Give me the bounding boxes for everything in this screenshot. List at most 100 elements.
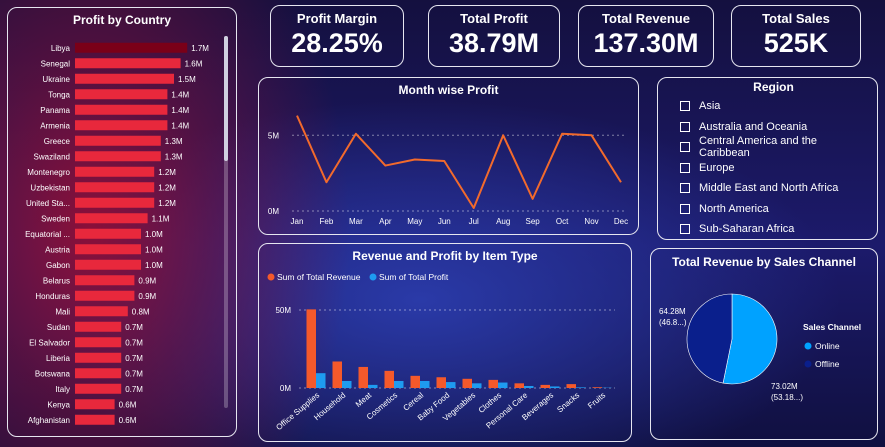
country-bar <box>75 197 155 208</box>
region-option[interactable]: Central America and the Caribbean <box>680 135 867 159</box>
pie-legend-marker-offline <box>804 360 812 368</box>
legend-profit-marker <box>369 273 377 281</box>
profit-bar <box>576 387 586 388</box>
checkbox-icon[interactable] <box>680 203 690 214</box>
country-label: Botswana <box>35 369 71 378</box>
kpi-total-profit: Total Profit 38.79M <box>428 5 560 67</box>
country-label: Sweden <box>41 214 70 223</box>
country-value-label: 0.9M <box>138 276 156 285</box>
country-label: Armenia <box>40 121 70 130</box>
country-bar <box>75 352 122 363</box>
month-x-tick: May <box>407 217 422 226</box>
kpi-value: 38.79M <box>448 28 540 58</box>
country-value-label: 1.3M <box>165 152 183 161</box>
revenue-bar <box>540 384 550 388</box>
revenue-bar <box>306 309 316 388</box>
item-x-tick: Office Supplies <box>274 391 321 432</box>
region-option-label: Sub-Saharan Africa <box>699 223 795 236</box>
month-x-tick: Jan <box>291 217 304 226</box>
country-bar <box>75 399 115 410</box>
item-x-tick: Fruits <box>586 391 607 411</box>
month-x-tick: Jun <box>438 217 451 226</box>
country-label: Equatorial ... <box>25 230 70 239</box>
item-type-bar-chart: Sum of Total Revenue Sum of Total Profit 0… <box>267 272 615 432</box>
checkbox-icon[interactable] <box>680 183 690 194</box>
country-value-label: 0.8M <box>132 307 150 316</box>
revenue-bar <box>436 377 446 388</box>
legend-profit-label: Sum of Total Profit <box>379 272 449 282</box>
country-value-label: 0.6M <box>119 416 137 425</box>
country-label: Liberia <box>46 354 71 363</box>
item-x-tick: Meat <box>354 390 374 409</box>
region-option[interactable]: North America <box>680 199 867 220</box>
country-label: Austria <box>45 245 70 254</box>
country-label: Kenya <box>47 400 70 409</box>
country-label: Greece <box>44 137 71 146</box>
country-bar <box>75 135 161 146</box>
country-bar <box>75 383 122 394</box>
country-bar <box>75 151 161 162</box>
kpi-total-sales: Total Sales 525K <box>731 5 861 67</box>
checkbox-icon[interactable] <box>680 162 690 173</box>
country-value-label: 1.6M <box>185 59 203 68</box>
profit-by-country-panel: Profit by Country Libya 1.7M Senegal 1.6M Uk… <box>7 7 237 437</box>
country-label: Belarus <box>43 276 70 285</box>
revenue-bar <box>514 383 524 388</box>
country-bar <box>75 104 168 115</box>
month-chart-title: Month wise Profit <box>398 83 499 97</box>
checkbox-icon[interactable] <box>680 142 690 153</box>
country-label: Libya <box>51 44 71 53</box>
kpi-label: Total Revenue <box>602 11 690 26</box>
revenue-bar <box>410 375 420 388</box>
country-chart-title: Profit by Country <box>73 13 171 27</box>
region-list: Asia Australia and Oceania Central America… <box>680 96 867 240</box>
country-bar <box>75 58 181 69</box>
country-label: Senegal <box>41 59 71 68</box>
legend-revenue-label: Sum of Total Revenue <box>277 272 361 282</box>
region-option-label: Middle East and North Africa <box>699 182 839 195</box>
region-option-label: Australia and Oceania <box>699 120 808 133</box>
country-bar <box>75 42 188 53</box>
country-value-label: 1.7M <box>191 44 209 53</box>
profit-bar <box>316 373 326 388</box>
country-bar <box>75 414 115 425</box>
country-bar <box>75 89 168 100</box>
checkbox-icon[interactable] <box>680 121 690 132</box>
region-option[interactable]: Middle East and North Africa <box>680 178 867 199</box>
country-bar <box>75 259 141 270</box>
region-option[interactable]: Europe <box>680 158 867 179</box>
country-value-label: 0.6M <box>119 400 137 409</box>
kpi-total-revenue: Total Revenue 137.30M <box>578 5 714 67</box>
month-y-tick: 5M <box>268 131 279 140</box>
country-bar <box>75 73 174 84</box>
country-label: Uzbekistan <box>30 183 70 192</box>
profit-bar <box>550 386 560 388</box>
country-label: El Salvador <box>29 338 70 347</box>
country-label: Panama <box>40 106 70 115</box>
country-label: Montenegro <box>27 168 70 177</box>
kpi-value: 137.30M <box>593 28 699 58</box>
country-label: Ukraine <box>42 75 70 84</box>
month-wise-profit-panel: Month wise Profit 0M 5M Jan Feb Mar Apr May Jun… <box>258 77 639 235</box>
country-label: Tonga <box>48 90 70 99</box>
checkbox-icon[interactable] <box>680 101 690 112</box>
country-bar <box>75 290 135 301</box>
revenue-bar <box>488 379 498 388</box>
month-x-tick: Aug <box>496 217 510 226</box>
region-option[interactable]: Sub-Saharan Africa <box>680 219 867 240</box>
country-bar <box>75 166 155 177</box>
profit-bar <box>394 380 404 388</box>
revenue-bar <box>566 384 576 388</box>
revenue-bar <box>332 361 342 388</box>
checkbox-icon[interactable] <box>680 224 690 235</box>
month-x-tick: Sep <box>526 217 541 226</box>
country-bar <box>75 228 141 239</box>
region-option[interactable]: Asia <box>680 96 867 117</box>
country-label: United Sta... <box>26 199 70 208</box>
country-value-label: 0.7M <box>125 369 143 378</box>
country-value-label: 1.3M <box>165 137 183 146</box>
pie-legend-label-online: Online <box>815 341 840 351</box>
pie-label-offline-percent: (46.8...) <box>659 318 687 327</box>
month-x-tick: Dec <box>614 217 628 226</box>
region-option[interactable]: Australia and Oceania <box>680 117 867 138</box>
